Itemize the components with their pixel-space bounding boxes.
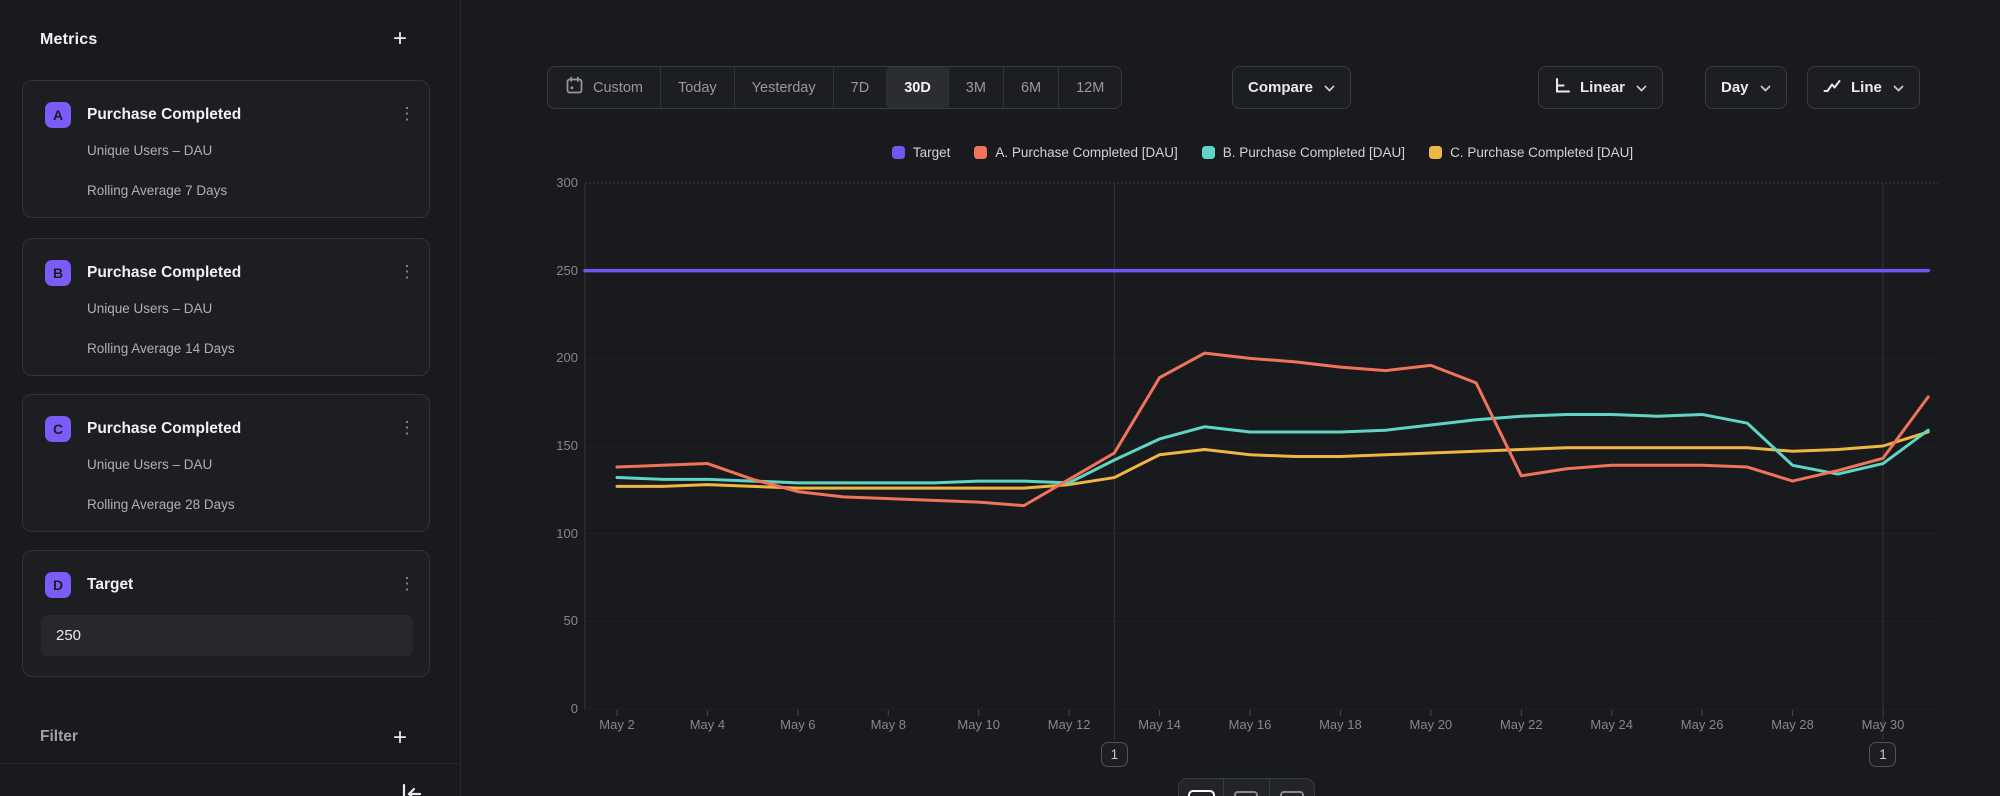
range-7d[interactable]: 7D [833, 67, 887, 108]
metric-title: Purchase Completed [87, 420, 241, 438]
chart-style-toggle [1178, 778, 1315, 796]
legend-swatch [1202, 146, 1215, 159]
metric-measure: Unique Users – DAU [87, 301, 212, 316]
metric-title: Purchase Completed [87, 106, 241, 124]
chart-style-bar-button[interactable] [1223, 779, 1268, 796]
kebab-menu-icon[interactable]: ⋮ [397, 259, 417, 287]
metric-card-b[interactable]: B Purchase Completed ⋮ Unique Users – DAU Ro… [22, 238, 430, 376]
x-axis-label: May 28 [1771, 717, 1814, 732]
legend-label: C. Purchase Completed [DAU] [1450, 145, 1633, 160]
y-axis-label: 300 [520, 175, 578, 190]
x-axis-label: May 2 [599, 717, 634, 732]
legend-label: A. Purchase Completed [DAU] [995, 145, 1177, 160]
bar-style-icon [1234, 791, 1258, 796]
chevron-down-icon [1893, 79, 1904, 96]
chart-legend: Target A. Purchase Completed [DAU] B. Purc… [585, 145, 1940, 160]
metric-badge-d: D [45, 572, 71, 598]
legend-label: Target [913, 145, 951, 160]
kebab-menu-icon[interactable]: ⋮ [397, 571, 417, 599]
interval-label: Day [1721, 79, 1749, 96]
kebab-menu-icon[interactable]: ⋮ [397, 101, 417, 129]
collapse-sidebar-icon[interactable] [399, 782, 425, 796]
x-axis-label: May 12 [1048, 717, 1091, 732]
compare-label: Compare [1248, 79, 1313, 96]
compare-button[interactable]: Compare [1232, 66, 1351, 109]
interval-selector-button[interactable]: Day [1705, 66, 1787, 109]
chart-style-area-button[interactable] [1269, 779, 1314, 796]
linear-scale-icon [1554, 77, 1571, 98]
legend-item-c[interactable]: C. Purchase Completed [DAU] [1429, 145, 1633, 160]
y-axis-label: 0 [520, 701, 578, 716]
y-axis-label: 50 [520, 613, 578, 628]
metrics-sidebar: Metrics + A Purchase Completed ⋮ Unique Use… [0, 0, 461, 796]
x-axis-label: May 22 [1500, 717, 1543, 732]
range-today[interactable]: Today [660, 67, 734, 108]
metric-measure: Unique Users – DAU [87, 457, 212, 472]
range-3m[interactable]: 3M [948, 67, 1003, 108]
scale-label: Linear [1580, 79, 1625, 96]
x-axis-label: May 30 [1862, 717, 1905, 732]
metric-card-c[interactable]: C Purchase Completed ⋮ Unique Users – DAU Ro… [22, 394, 430, 532]
legend-item-a[interactable]: A. Purchase Completed [DAU] [974, 145, 1177, 160]
x-axis-label: May 16 [1229, 717, 1272, 732]
metric-measure: Unique Users – DAU [87, 143, 212, 158]
metric-card-a[interactable]: A Purchase Completed ⋮ Unique Users – DAU Ro… [22, 80, 430, 218]
y-axis-label: 200 [520, 350, 578, 365]
metric-badge-c: C [45, 416, 71, 442]
chart-style-line-button[interactable] [1179, 779, 1223, 796]
y-axis-label: 100 [520, 526, 578, 541]
chart-type-label: Line [1851, 79, 1882, 96]
line-style-icon [1188, 790, 1215, 796]
metric-rolling-average: Rolling Average 28 Days [87, 497, 235, 512]
metric-rolling-average: Rolling Average 7 Days [87, 183, 227, 198]
metrics-header-title: Metrics [40, 31, 97, 49]
add-metric-button[interactable]: + [388, 28, 412, 52]
x-axis-label: May 24 [1590, 717, 1633, 732]
chart-type-selector-button[interactable]: Line [1807, 66, 1920, 109]
area-style-icon [1280, 791, 1304, 796]
range-custom[interactable]: Custom [548, 67, 660, 108]
x-axis-label: May 4 [690, 717, 725, 732]
x-axis-label: May 10 [957, 717, 1000, 732]
legend-label: B. Purchase Completed [DAU] [1223, 145, 1405, 160]
sidebar-divider [0, 763, 461, 764]
metric-badge-b: B [45, 260, 71, 286]
metric-rolling-average: Rolling Average 14 Days [87, 341, 235, 356]
x-axis-label: May 20 [1410, 717, 1453, 732]
annotation-badge[interactable]: 1 [1869, 742, 1896, 767]
legend-item-target[interactable]: Target [892, 145, 951, 160]
legend-item-b[interactable]: B. Purchase Completed [DAU] [1202, 145, 1405, 160]
range-12m[interactable]: 12M [1058, 67, 1121, 108]
x-axis-label: May 6 [780, 717, 815, 732]
range-yesterday[interactable]: Yesterday [734, 67, 833, 108]
chevron-down-icon [1760, 79, 1771, 96]
annotation-badge[interactable]: 1 [1101, 742, 1128, 767]
range-30d[interactable]: 30D [886, 67, 948, 108]
metric-badge-a: A [45, 102, 71, 128]
y-axis-label: 150 [520, 438, 578, 453]
filter-header-title: Filter [40, 728, 78, 746]
metric-title: Target [87, 576, 133, 594]
x-axis-label: May 26 [1681, 717, 1724, 732]
legend-swatch [1429, 146, 1442, 159]
metric-title: Purchase Completed [87, 264, 241, 282]
target-value-input[interactable] [41, 615, 413, 656]
chevron-down-icon [1324, 79, 1335, 96]
range-6m[interactable]: 6M [1003, 67, 1058, 108]
add-filter-button[interactable]: + [388, 727, 412, 751]
metric-card-d[interactable]: D Target ⋮ [22, 550, 430, 677]
line-chart-icon [1823, 78, 1842, 97]
scale-selector-button[interactable]: Linear [1538, 66, 1663, 109]
legend-swatch [892, 146, 905, 159]
legend-swatch [974, 146, 987, 159]
x-axis-label: May 14 [1138, 717, 1181, 732]
x-axis-label: May 18 [1319, 717, 1362, 732]
y-axis-label: 250 [520, 263, 578, 278]
calendar-icon [565, 76, 584, 99]
date-range-segmented-control: CustomTodayYesterday7D30D3M6M12M [547, 66, 1122, 109]
chevron-down-icon [1636, 79, 1647, 96]
x-axis-label: May 8 [871, 717, 906, 732]
kebab-menu-icon[interactable]: ⋮ [397, 415, 417, 443]
